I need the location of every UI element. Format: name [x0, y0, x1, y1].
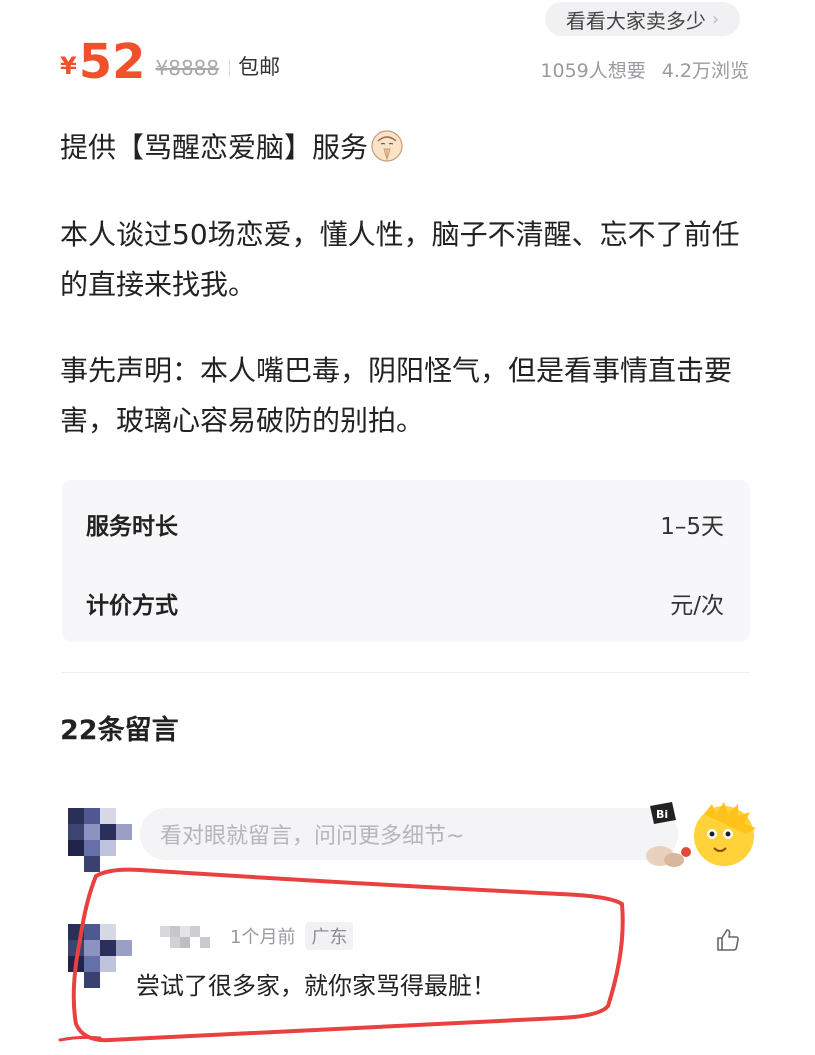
listing-description-2: 事先声明：本人嘴巴毒，阴阳怪气，但是看事情直击要害，玻璃心容易破防的别拍。	[60, 354, 733, 437]
info-key: 服务时长	[86, 514, 178, 540]
comment-text: 尝试了很多家，就你家骂得最脏！	[136, 972, 496, 1000]
thumbs-up-icon	[717, 929, 739, 951]
comment-input-placeholder: 看对眼就留言，问问更多细节~	[160, 824, 465, 849]
commenter-avatar[interactable]	[68, 924, 132, 988]
divider	[229, 59, 231, 77]
compare-prices-label: 看看大家卖多少	[565, 8, 706, 33]
info-value: 元/次	[670, 593, 724, 619]
view-count: 4.2万浏览	[661, 60, 749, 82]
commenter-name-redacted[interactable]	[160, 926, 210, 948]
info-value: 1–5天	[660, 514, 724, 540]
comment-time: 1个月前	[230, 927, 296, 948]
like-button[interactable]	[710, 922, 746, 958]
info-row-pricing: 计价方式 元/次	[86, 586, 724, 620]
info-row-duration: 服务时长 1–5天	[86, 507, 724, 541]
info-key: 计价方式	[86, 593, 178, 619]
listing-title: 提供【骂醒恋爱脑】服务	[60, 126, 404, 166]
compare-prices-button[interactable]: 看看大家卖多少 ›	[545, 2, 740, 36]
comment-region-badge: 广东	[305, 922, 354, 950]
section-divider	[62, 672, 750, 673]
listing-title-text: 提供【骂醒恋爱脑】服务	[60, 131, 369, 164]
current-user-avatar	[68, 808, 132, 872]
comment-meta: 1个月前 广东	[230, 922, 354, 950]
folded-hands-face-emoji-icon	[371, 130, 403, 162]
listing-description-1: 本人谈过50场恋爱，懂人性，脑子不清醒、忘不了前任的直接来找我。	[60, 218, 740, 301]
listing-stats: 1059人想要 4.2万浏览	[540, 56, 749, 83]
original-price: ¥8888	[155, 56, 220, 80]
price-row: ¥ 52 ¥8888 包邮	[60, 36, 280, 88]
mascot-illustration-icon: Bi	[646, 802, 756, 867]
want-count: 1059人想要	[540, 60, 646, 82]
currency-symbol: ¥	[60, 52, 77, 80]
chevron-right-icon: ›	[711, 8, 720, 30]
service-info-card: 服务时长 1–5天 计价方式 元/次	[62, 480, 750, 642]
comments-heading: 22条留言	[60, 715, 179, 746]
shipping-label: 包邮	[238, 55, 281, 79]
comment-input[interactable]: 看对眼就留言，问问更多细节~	[140, 808, 678, 860]
price-value: 52	[78, 34, 146, 90]
svg-text:Bi: Bi	[656, 808, 668, 821]
